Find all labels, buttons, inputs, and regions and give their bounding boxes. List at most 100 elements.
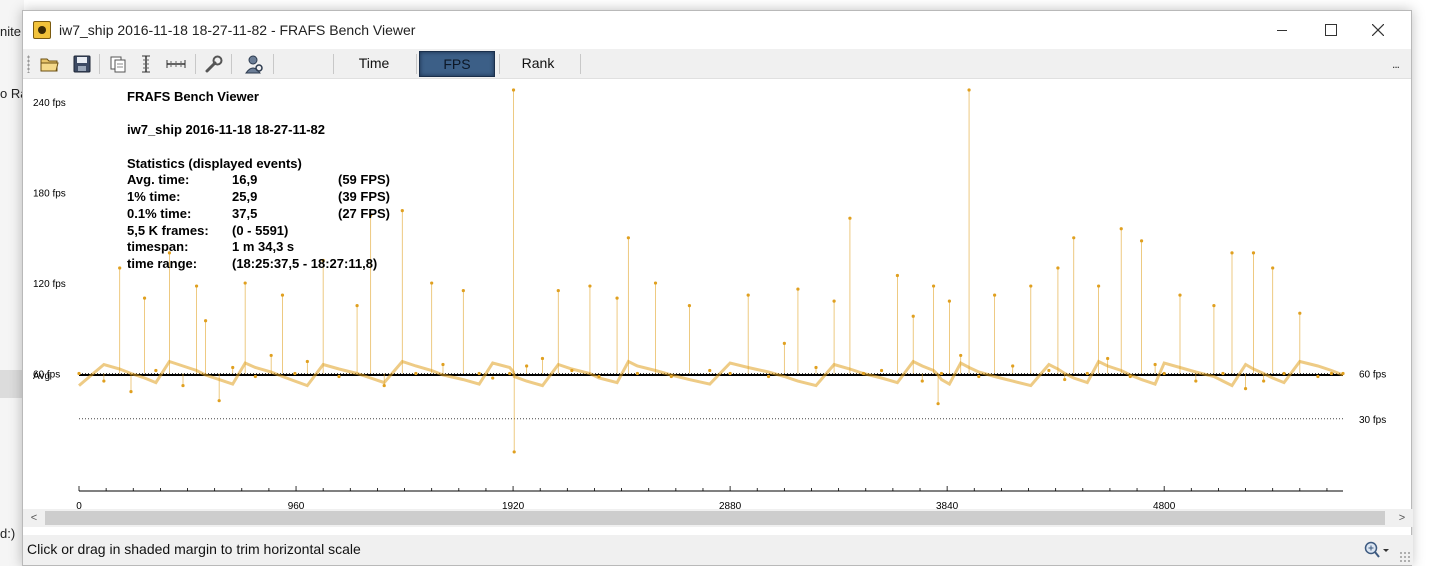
open-button[interactable] <box>39 53 61 75</box>
fps-point <box>1029 284 1033 288</box>
toolbar-separator <box>333 54 334 74</box>
fps-point <box>556 288 560 293</box>
fps-point <box>832 299 836 303</box>
fps-point <box>977 374 981 379</box>
fps-point <box>1316 374 1320 379</box>
fps-point <box>154 368 158 373</box>
fps-point <box>512 450 516 454</box>
stats-row: Avg. time: 16,9 (59 FPS) <box>127 172 390 189</box>
close-button[interactable] <box>1355 11 1401 49</box>
toolbar-overflow-button[interactable]: ... <box>1392 57 1400 71</box>
fps-point <box>477 371 481 376</box>
x-tick-label: 4800 <box>1153 501 1176 509</box>
scroll-left-button[interactable]: < <box>25 509 43 527</box>
toolbar-separator <box>416 54 417 74</box>
maximize-button[interactable] <box>1307 11 1353 49</box>
fps-point <box>728 371 732 376</box>
user-search-button[interactable] <box>243 53 265 75</box>
vertical-scale-icon <box>142 55 150 73</box>
settings-button[interactable] <box>203 53 225 75</box>
vertical-scale-button[interactable] <box>135 53 157 75</box>
title-bar[interactable]: iw7_ship 2016-11-18 18-27-11-82 - FRAFS … <box>23 11 1411 49</box>
bench-viewer-window: iw7_ship 2016-11-18 18-27-11-82 - FRAFS … <box>22 10 1413 566</box>
fps-plot-area[interactable]: 240 fps 180 fps 120 fps 60 fps Avg 60 fps 30 f… <box>23 79 1413 509</box>
fps-point <box>243 281 247 285</box>
stats-value: 25,9 <box>232 189 258 205</box>
horizontal-scrollbar[interactable]: < > <box>23 509 1413 527</box>
background-text-3: d:) <box>0 526 16 541</box>
fps-point <box>814 365 818 370</box>
save-button[interactable] <box>71 53 93 75</box>
fps-point <box>708 368 712 373</box>
fps-point <box>766 374 771 379</box>
fps-point <box>414 371 418 376</box>
status-text: Click or drag in shaded margin to trim h… <box>27 541 361 557</box>
statistics-overlay: FRAFS Bench Viewer iw7_ship 2016-11-18 1… <box>127 89 390 273</box>
fps-point <box>931 284 936 288</box>
zoom-dropdown-button[interactable] <box>1363 541 1391 559</box>
background-text-1: nite <box>0 24 21 39</box>
stats-file-name: iw7_ship 2016-11-18 18-27-11-82 <box>127 122 326 138</box>
fps-point <box>1298 311 1302 315</box>
fps-point <box>194 284 199 288</box>
fps-point <box>911 314 915 318</box>
fps-point <box>280 293 285 297</box>
toolbar-separator <box>273 54 274 74</box>
wrench-icon <box>205 55 223 73</box>
fps-point <box>441 362 445 367</box>
fps-point <box>540 356 545 361</box>
copy-button[interactable] <box>107 53 129 75</box>
tab-time[interactable]: Time <box>341 51 407 77</box>
fps-point <box>1230 251 1234 255</box>
fps-point <box>1282 371 1286 376</box>
fps-point <box>1056 266 1060 270</box>
fps-point <box>1085 371 1089 376</box>
fps-point <box>355 304 359 308</box>
fps-point <box>511 88 516 92</box>
fps-point <box>1262 379 1266 383</box>
fps-point <box>400 209 404 213</box>
fps-point <box>1072 236 1076 240</box>
horizontal-scale-button[interactable] <box>165 53 187 75</box>
x-tick-label: 1920 <box>502 501 525 509</box>
toolbar-separator <box>499 54 500 74</box>
fps-point <box>879 368 884 373</box>
fps-point <box>1139 239 1144 243</box>
fps-point <box>129 390 133 394</box>
fps-point <box>626 236 630 240</box>
scroll-thumb[interactable] <box>45 511 1385 525</box>
fps-point <box>217 399 221 403</box>
stats-row: 5,5 K frames: (0 - 5591) <box>127 223 390 240</box>
tab-rank[interactable]: Rank <box>505 51 571 77</box>
fps-point <box>588 284 592 288</box>
close-icon <box>1371 23 1385 37</box>
fps-point <box>1011 364 1015 368</box>
stats-header: Statistics (displayed events) <box>127 155 302 171</box>
tab-fps[interactable]: FPS <box>419 51 495 77</box>
toolbar-separator <box>580 54 581 74</box>
fps-point <box>1063 377 1067 382</box>
stats-label: 1% time: <box>127 189 181 205</box>
fps-point <box>1194 379 1198 383</box>
fps-point <box>337 374 341 379</box>
stats-value: 1 m 34,3 s <box>232 239 295 255</box>
stats-label: 5,5 K frames: <box>127 222 209 238</box>
background-window: nite o Ra d:) <box>0 0 24 566</box>
resize-grip[interactable] <box>1399 551 1411 563</box>
scroll-right-button[interactable]: > <box>1393 509 1411 527</box>
save-icon <box>73 55 91 73</box>
fps-point <box>687 304 692 308</box>
average-label: Avg <box>33 371 50 382</box>
stats-extra: (39 FPS) <box>338 189 391 205</box>
fps-point <box>102 379 106 383</box>
fps-point <box>746 293 750 297</box>
user-search-icon <box>245 55 263 74</box>
toolbar-grip[interactable] <box>27 55 30 73</box>
y-tick-label: 120 fps <box>33 279 66 290</box>
minimize-button[interactable] <box>1259 11 1305 49</box>
frafs-app-icon[interactable] <box>33 21 51 39</box>
fps-point <box>959 353 963 358</box>
stats-extra: (59 FPS) <box>338 172 391 188</box>
open-folder-icon <box>40 58 59 72</box>
toolbar-separator <box>99 54 100 74</box>
